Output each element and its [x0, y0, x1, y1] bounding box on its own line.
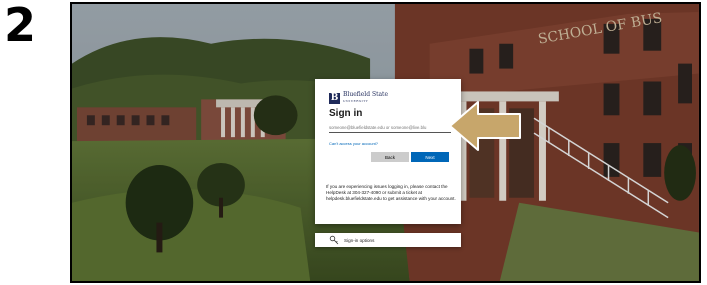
arrow-pointer-icon: [449, 101, 521, 151]
university-logo: B Bluefield State UNIVERSITY: [329, 92, 388, 104]
next-button[interactable]: Next: [411, 152, 449, 162]
screenshot-frame: SCHOOL OF BUS B Bluefield State UNIVERSI…: [70, 2, 701, 283]
key-icon: [329, 235, 339, 245]
email-field[interactable]: [329, 123, 451, 133]
back-button[interactable]: Back: [371, 152, 409, 162]
cant-access-account-link[interactable]: Can't access your account?: [329, 141, 378, 146]
signin-options-label: Sign-in options: [344, 237, 375, 243]
logo-text: Bluefield State UNIVERSITY: [343, 92, 388, 104]
page-title: Sign in: [329, 108, 363, 119]
step-number: 2: [4, 0, 37, 52]
signin-card: B Bluefield State UNIVERSITY Sign in Can…: [315, 79, 461, 224]
logo-name: Bluefield State: [343, 91, 389, 98]
helpdesk-note: If you are experiencing issues logging i…: [326, 184, 456, 201]
logo-tagline: UNIVERSITY: [343, 99, 369, 103]
signin-options-button[interactable]: Sign-in options: [315, 233, 461, 247]
logo-mark: B: [329, 92, 340, 104]
